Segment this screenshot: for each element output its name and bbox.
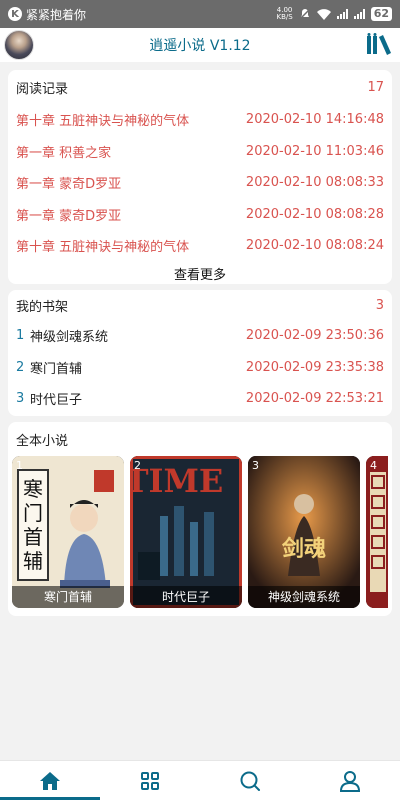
- history-item[interactable]: 第十章 五脏神诀与神秘的气体 2020-02-10 08:08:24: [8, 230, 392, 262]
- book-cover: [366, 456, 388, 608]
- bookshelf-card: 我的书架 3 1 神级剑魂系统 2020-02-09 23:50:36 2 寒门…: [8, 290, 392, 416]
- novel-card[interactable]: TIME 2 时代巨子: [130, 456, 242, 608]
- battery-level: 62: [370, 7, 392, 21]
- svg-text:门: 门: [23, 501, 43, 525]
- book-name: 时代巨子: [30, 393, 83, 409]
- novel-title: 神级剑魂系统: [248, 586, 360, 608]
- item-index: 2: [16, 359, 25, 375]
- section-title: 我的书架: [16, 299, 69, 315]
- bookshelf-count: 3: [375, 297, 384, 313]
- svg-text:辅: 辅: [23, 549, 43, 573]
- novel-carousel[interactable]: 寒 门 首 辅 1 寒门首辅 TIME 2 时代巨子 剑魂 3 神级剑魂系统 4: [12, 456, 388, 608]
- novel-title: 时代巨子: [130, 586, 242, 608]
- read-time: 2020-02-10 14:16:48: [245, 112, 384, 128]
- app-title: 逍遥小说 V1.12: [149, 38, 251, 54]
- section-title: 阅读记录: [16, 81, 69, 97]
- novel-card[interactable]: 4: [366, 456, 388, 608]
- added-time: 2020-02-09 22:53:21: [245, 391, 384, 407]
- chapter-title: 第一章 蒙奇D罗亚: [16, 177, 122, 193]
- history-item[interactable]: 第一章 蒙奇D罗亚 2020-02-10 08:08:28: [8, 199, 392, 231]
- chapter-title: 第一章 积善之家: [16, 145, 112, 161]
- novel-index: 4: [370, 459, 377, 472]
- read-time: 2020-02-10 11:03:46: [245, 143, 384, 159]
- novel-index: 2: [134, 459, 141, 472]
- novel-title: 寒门首辅: [12, 586, 124, 608]
- novel-index: 1: [16, 459, 23, 472]
- svg-text:寒: 寒: [23, 477, 43, 501]
- status-bar: K 紧紧抱着你 4.00 KB/S 62: [0, 0, 400, 28]
- tab-home[interactable]: [0, 761, 100, 800]
- read-time: 2020-02-10 08:08:33: [245, 175, 384, 191]
- reading-history-card: 阅读记录 17 第十章 五脏神诀与神秘的气体 2020-02-10 14:16:…: [8, 70, 392, 284]
- added-time: 2020-02-09 23:50:36: [245, 328, 384, 344]
- history-item[interactable]: 第一章 积善之家 2020-02-10 11:03:46: [8, 136, 392, 168]
- notification-text: 紧紧抱着你: [26, 7, 87, 22]
- svg-text:剑魂: 剑魂: [281, 536, 326, 562]
- svg-text:首: 首: [23, 525, 43, 549]
- search-icon: [240, 771, 260, 791]
- svg-text:TIME: TIME: [130, 462, 223, 500]
- novel-index: 3: [252, 459, 259, 472]
- novel-card[interactable]: 寒 门 首 辅 1 寒门首辅: [12, 456, 124, 608]
- item-index: 1: [16, 328, 25, 344]
- tab-search[interactable]: [200, 761, 300, 800]
- novel-card[interactable]: 剑魂 3 神级剑魂系统: [248, 456, 360, 608]
- bookshelf-item[interactable]: 1 神级剑魂系统 2020-02-09 23:50:36: [8, 320, 392, 352]
- read-time: 2020-02-10 08:08:24: [245, 238, 384, 254]
- book-name: 寒门首辅: [30, 361, 83, 377]
- network-speed: 4.00 KB/S: [276, 6, 293, 21]
- app-header: 逍遥小说 V1.12: [0, 28, 400, 62]
- view-more-button[interactable]: 查看更多: [8, 262, 392, 290]
- history-item[interactable]: 第十章 五脏神诀与神秘的气体 2020-02-10 14:16:48: [8, 104, 392, 136]
- read-time: 2020-02-10 08:08:28: [245, 206, 384, 222]
- chapter-title: 第十章 五脏神诀与神秘的气体: [16, 240, 190, 256]
- app-notification-icon: K: [8, 7, 22, 21]
- bottom-tab-bar: [0, 760, 400, 800]
- added-time: 2020-02-09 23:35:38: [245, 359, 384, 375]
- chapter-title: 第一章 蒙奇D罗亚: [16, 208, 122, 224]
- bookshelf-item[interactable]: 3 时代巨子 2020-02-09 22:53:21: [8, 383, 392, 415]
- history-item[interactable]: 第一章 蒙奇D罗亚 2020-02-10 08:08:33: [8, 167, 392, 199]
- home-icon: [40, 771, 60, 790]
- library-icon[interactable]: [366, 33, 392, 55]
- item-index: 3: [16, 391, 25, 407]
- bookshelf-item[interactable]: 2 寒门首辅 2020-02-09 23:35:38: [8, 352, 392, 384]
- user-icon: [339, 770, 361, 792]
- tab-profile[interactable]: [300, 761, 400, 800]
- book-name: 神级剑魂系统: [30, 330, 109, 346]
- history-count: 17: [367, 79, 384, 95]
- signal-icon: [353, 9, 365, 19]
- signal-icon: [336, 9, 348, 19]
- section-title: 全本小说: [16, 433, 69, 449]
- avatar[interactable]: [4, 30, 34, 60]
- tab-category[interactable]: [100, 761, 200, 800]
- bell-off-icon: [299, 8, 311, 20]
- chapter-title: 第十章 五脏神诀与神秘的气体: [16, 114, 190, 130]
- wifi-icon: [316, 8, 331, 20]
- grid-icon: [141, 771, 159, 790]
